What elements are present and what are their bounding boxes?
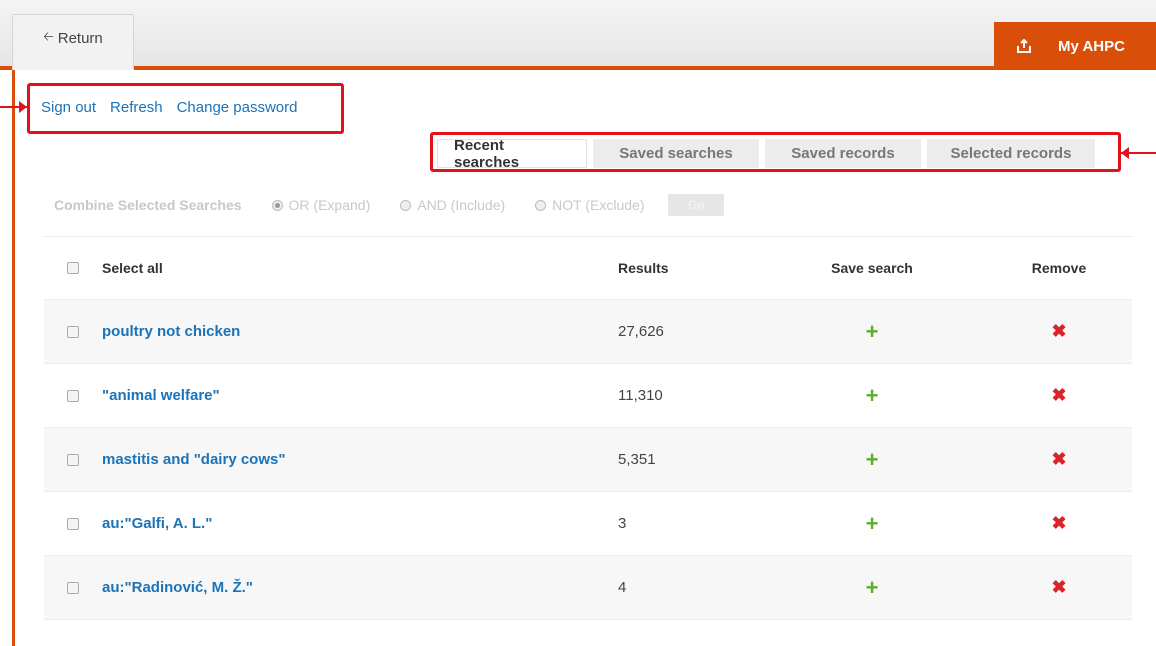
search-query-link[interactable]: "animal welfare": [102, 387, 618, 404]
combine-label: Combine Selected Searches: [54, 197, 242, 213]
my-ahpc-label: My AHPC: [1058, 37, 1125, 55]
return-label: Return: [57, 30, 103, 47]
combine-or-option[interactable]: OR (Expand): [271, 197, 371, 213]
row-checkbox[interactable]: [67, 581, 79, 594]
combine-searches-row: Combine Selected Searches OR (Expand) AN…: [54, 194, 725, 216]
combine-or-label: OR (Expand): [288, 197, 371, 213]
row-checkbox[interactable]: [67, 453, 79, 466]
table-header: Select all Results Save search Remove: [44, 236, 1132, 300]
remove-x-icon[interactable]: ✖: [994, 577, 1124, 598]
save-search-plus-icon[interactable]: +: [818, 575, 926, 601]
export-icon: [1016, 38, 1032, 54]
top-bar: 🡠 Return My AHPC: [0, 0, 1156, 70]
select-all-checkbox[interactable]: [67, 262, 79, 274]
result-count: 5,351: [618, 451, 656, 468]
return-button[interactable]: 🡠 Return: [12, 14, 134, 70]
radio-or[interactable]: [271, 199, 283, 211]
save-search-plus-icon[interactable]: +: [818, 383, 926, 409]
annotation-box-tabs: [430, 132, 1121, 172]
search-query-link[interactable]: au:"Radinović, M. Ž.": [102, 579, 618, 596]
save-search-header: Save search: [831, 260, 913, 276]
my-ahpc-button[interactable]: My AHPC: [994, 22, 1156, 70]
radio-not[interactable]: [535, 199, 547, 211]
combine-not-label: NOT (Exclude): [552, 197, 645, 213]
row-checkbox[interactable]: [67, 389, 79, 402]
save-search-plus-icon[interactable]: +: [818, 319, 926, 345]
combine-and-option[interactable]: AND (Include): [400, 197, 505, 213]
row-checkbox[interactable]: [67, 517, 79, 530]
combine-not-option[interactable]: NOT (Exclude): [535, 197, 644, 213]
results-header: Results: [618, 260, 669, 276]
radio-and[interactable]: [400, 199, 412, 211]
result-count: 27,626: [618, 323, 664, 340]
table-row: au:"Galfi, A. L." 3 + ✖: [44, 492, 1132, 556]
table-row: mastitis and "dairy cows" 5,351 + ✖: [44, 428, 1132, 492]
search-query-link[interactable]: poultry not chicken: [102, 323, 618, 340]
remove-x-icon[interactable]: ✖: [994, 321, 1124, 342]
remove-x-icon[interactable]: ✖: [994, 513, 1124, 534]
recent-searches-table: Select all Results Save search Remove po…: [44, 236, 1132, 620]
row-checkbox[interactable]: [67, 325, 79, 338]
combine-go-button[interactable]: Go: [668, 194, 725, 216]
annotation-box-account-links: [27, 83, 344, 134]
remove-x-icon[interactable]: ✖: [994, 449, 1124, 470]
table-row: "animal welfare" 11,310 + ✖: [44, 364, 1132, 428]
result-count: 3: [618, 515, 627, 532]
search-query-link[interactable]: au:"Galfi, A. L.": [102, 515, 618, 532]
save-search-plus-icon[interactable]: +: [818, 447, 926, 473]
back-arrow-icon: 🡠: [43, 28, 54, 44]
remove-x-icon[interactable]: ✖: [994, 385, 1124, 406]
remove-header: Remove: [1031, 260, 1087, 276]
result-count: 11,310: [618, 387, 663, 404]
annotation-arrow-left-pointing-icon: [1121, 147, 1156, 159]
result-count: 4: [618, 579, 627, 596]
save-search-plus-icon[interactable]: +: [818, 511, 926, 537]
table-row: poultry not chicken 27,626 + ✖: [44, 300, 1132, 364]
select-all-label: Select all: [102, 260, 163, 276]
table-row: au:"Radinović, M. Ž." 4 + ✖: [44, 556, 1132, 620]
search-query-link[interactable]: mastitis and "dairy cows": [102, 451, 618, 468]
combine-and-label: AND (Include): [417, 197, 506, 213]
annotation-arrow-right-pointing-icon: [0, 101, 27, 113]
